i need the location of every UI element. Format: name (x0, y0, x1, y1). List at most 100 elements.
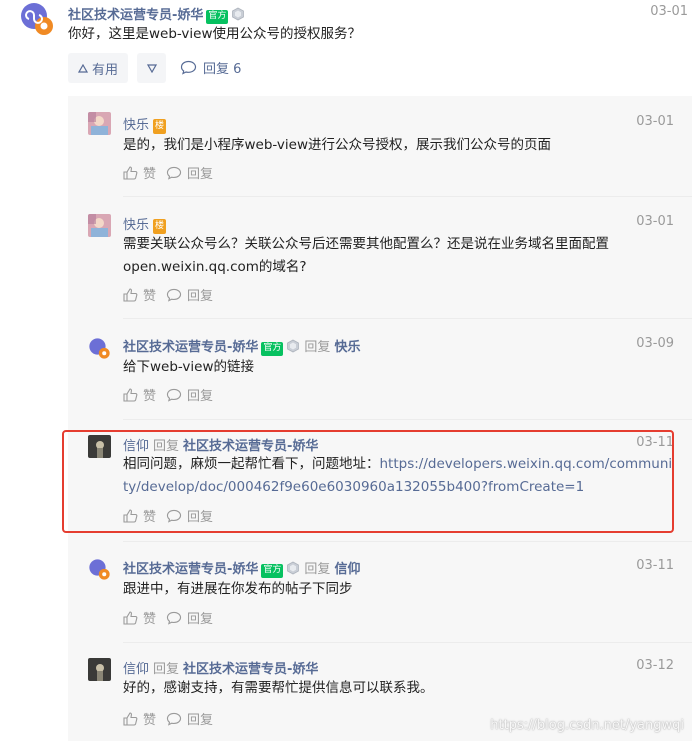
author-name[interactable]: 信仰 (123, 439, 149, 454)
comment-bubble-icon (166, 388, 182, 402)
reply-to-name[interactable]: 信仰 (334, 562, 360, 577)
thumbs-up-icon (123, 711, 138, 726)
level-hexagon-icon (287, 561, 300, 575)
top-post: 社区技术运营专员-娇华 官方 03-01 你好，这里是web-view使用公众号的… (0, 0, 692, 96)
level-hexagon-icon (287, 339, 300, 353)
reply-label: 回复 (187, 510, 214, 525)
thumbs-up-icon (123, 165, 138, 180)
thumbs-up-icon (123, 610, 138, 625)
miniprogram-logo-avatar[interactable] (20, 2, 54, 36)
comment-date: 03-11 (636, 558, 674, 573)
official-badge: 官方 (261, 564, 284, 578)
like-label: 赞 (143, 612, 157, 627)
comment-bubble-icon (166, 611, 182, 625)
comment-date: 03-12 (636, 658, 674, 673)
like-button[interactable]: 赞 (123, 608, 156, 627)
reply-word: 回复 (304, 340, 331, 355)
like-button[interactable]: 赞 (123, 385, 156, 404)
not-useful-button[interactable] (137, 53, 166, 83)
like-label: 赞 (143, 510, 157, 525)
comment-item: 社区技术运营专员-娇华 官方 回复 信仰 03-11 跟进中，有进展在你发布的帖子下同… (68, 558, 692, 658)
comment-item: 社区技术运营专员-娇华 官方 回复 快乐 03-09 给下web-view的链接 赞 … (68, 335, 692, 435)
watermark: https://blog.csdn.net/yangwqi (490, 718, 684, 733)
post-text: 你好，这里是web-view使用公众号的授权服务？ (68, 26, 362, 42)
like-button[interactable]: 赞 (123, 506, 156, 525)
comment-text: 相同问题，麻烦一起帮忙看下，问题地址： (123, 456, 380, 472)
comment-bubble-icon (166, 509, 182, 523)
floor-badge: 楼 (153, 219, 167, 234)
like-button[interactable]: 赞 (123, 163, 156, 182)
reply-word: 回复 (153, 662, 180, 677)
reply-word: 回复 (304, 562, 331, 577)
thumbs-up-icon (123, 287, 138, 302)
comment-item: 信仰 回复 社区技术运营专员-娇华 03-11 相同问题，麻烦一起帮忙看下，问题地址… (68, 435, 692, 545)
comment-text: 是的，我们是小程序web-view进行公众号授权，展示我们公众号的页面 (123, 137, 552, 153)
miniprogram-logo-avatar[interactable] (88, 337, 111, 360)
comment-date: 03-11 (636, 435, 674, 450)
triangle-down-icon (146, 63, 157, 73)
reply-button[interactable]: 回复 (166, 709, 213, 728)
author-name[interactable]: 社区技术运营专员-娇华 (68, 8, 203, 23)
comment-bubble-icon (180, 60, 197, 75)
reply-button[interactable]: 回复 (166, 608, 213, 627)
reply-count-label: 回复 6 (203, 62, 242, 77)
comment-text: 给下web-view的链接 (123, 359, 255, 375)
reply-button[interactable]: 回复 (166, 385, 213, 404)
thumbs-up-icon (123, 508, 138, 523)
thumbs-up-icon (123, 387, 138, 402)
reply-to-name[interactable]: 社区技术运营专员-娇华 (183, 662, 318, 677)
comment-date: 03-01 (636, 214, 674, 229)
floor-badge: 楼 (153, 119, 167, 134)
reply-label: 回复 (187, 612, 214, 627)
triangle-up-icon (77, 63, 88, 73)
level-hexagon-icon (232, 7, 245, 21)
reply-label: 回复 (187, 289, 214, 304)
comment-bubble-icon (166, 166, 182, 180)
reply-label: 回复 (187, 389, 214, 404)
divider (123, 642, 692, 643)
reply-thread: 快乐楼 03-01 是的，我们是小程序web-view进行公众号授权，展示我们公… (68, 96, 692, 741)
author-name[interactable]: 社区技术运营专员-娇华 (123, 562, 258, 577)
avatar[interactable] (88, 658, 111, 681)
official-badge: 官方 (206, 10, 229, 24)
like-button[interactable]: 赞 (123, 709, 156, 728)
like-button[interactable]: 赞 (123, 285, 156, 304)
divider (123, 419, 692, 420)
comment-bubble-icon (166, 712, 182, 726)
miniprogram-logo-avatar[interactable] (88, 558, 111, 581)
reply-button[interactable]: 回复 (166, 506, 213, 525)
reply-label: 回复 (187, 713, 214, 728)
like-label: 赞 (143, 713, 157, 728)
divider (123, 196, 692, 197)
reply-word: 回复 (153, 439, 180, 454)
comment-date: 03-09 (636, 336, 674, 351)
author-name[interactable]: 社区技术运营专员-娇华 (123, 340, 258, 355)
comment-date: 03-01 (636, 114, 674, 129)
reply-to-name[interactable]: 快乐 (334, 340, 360, 355)
author-name[interactable]: 信仰 (123, 662, 149, 677)
comment-item: 快乐楼 03-01 需要关联公众号么？关联公众号后还需要其他配置么？还是说在业务… (68, 212, 692, 329)
avatar[interactable] (88, 112, 111, 135)
comment-bubble-icon (166, 288, 182, 302)
reply-to-name[interactable]: 社区技术运营专员-娇华 (183, 439, 318, 454)
avatar[interactable] (88, 214, 111, 237)
like-label: 赞 (143, 289, 157, 304)
avatar[interactable] (88, 435, 111, 458)
like-label: 赞 (143, 389, 157, 404)
author-name[interactable]: 快乐 (123, 218, 149, 233)
reply-count-button[interactable]: 回复 6 (180, 58, 241, 77)
comment-item: 快乐楼 03-01 是的，我们是小程序web-view进行公众号授权，展示我们公… (68, 112, 692, 212)
useful-label: 有用 (91, 62, 118, 78)
comment-text: 需要关联公众号么？关联公众号后还需要其他配置么？还是说在业务域名里面配置open… (123, 236, 609, 275)
reply-button[interactable]: 回复 (166, 285, 213, 304)
reply-button[interactable]: 回复 (166, 163, 213, 182)
comment-text: 好的，感谢支持，有需要帮忙提供信息可以联系我。 (123, 680, 434, 696)
useful-button[interactable]: 有用 (68, 53, 128, 83)
author-name[interactable]: 快乐 (123, 118, 149, 133)
reply-label: 回复 (187, 167, 214, 182)
post-date: 03-01 (650, 4, 688, 19)
comment-text: 跟进中，有进展在你发布的帖子下同步 (123, 581, 353, 597)
official-badge: 官方 (261, 342, 284, 356)
divider (123, 318, 692, 319)
divider (123, 541, 692, 542)
